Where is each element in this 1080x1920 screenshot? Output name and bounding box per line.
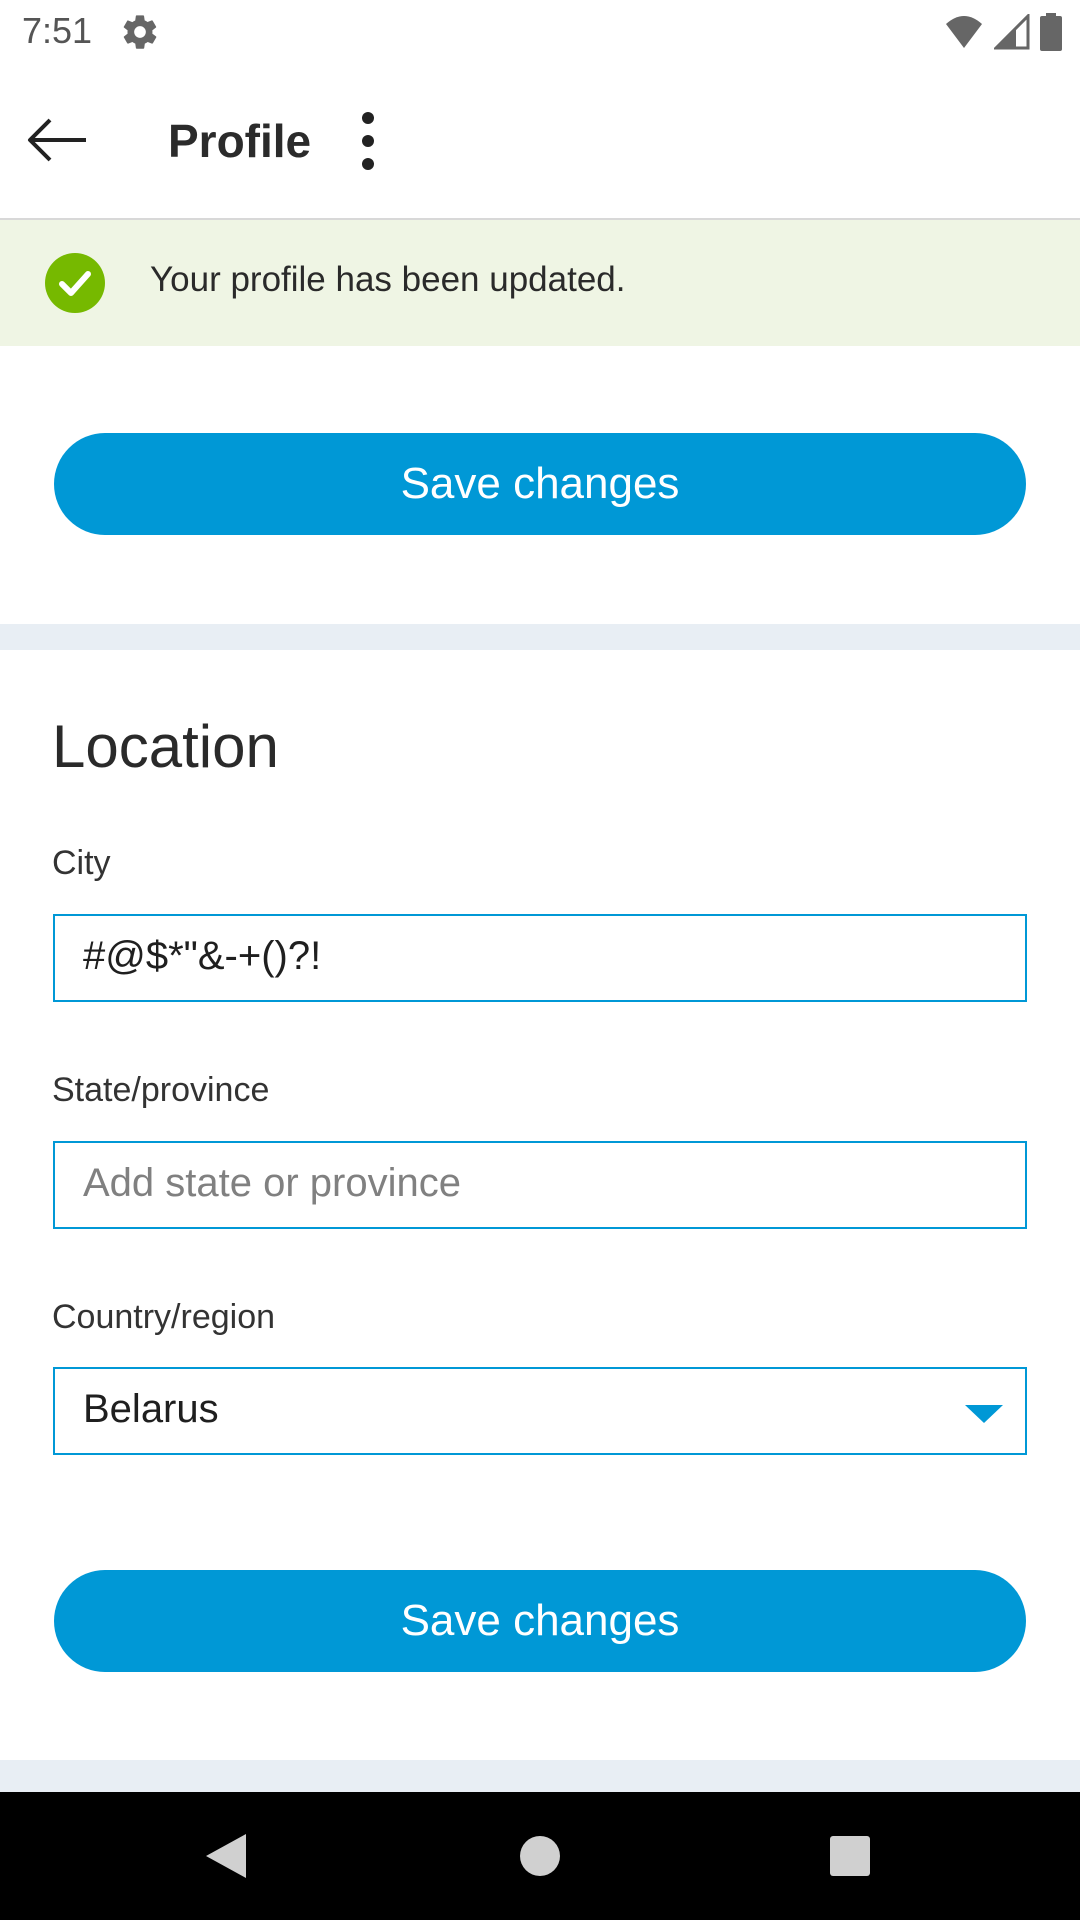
- signal-icon: [994, 14, 1030, 50]
- status-time: 7:51: [22, 10, 93, 51]
- chevron-down-icon: [965, 1405, 1003, 1423]
- state-province-input[interactable]: Add state or province: [53, 1141, 1027, 1229]
- status-icons: [944, 12, 1062, 52]
- nav-recents-icon[interactable]: [822, 1828, 878, 1884]
- status-bar: 7:51: [0, 0, 1080, 64]
- more-vert-icon[interactable]: [346, 108, 390, 174]
- success-banner: Your profile has been updated.: [0, 220, 1080, 346]
- page-title: Profile: [168, 115, 312, 167]
- battery-icon: [1040, 13, 1062, 51]
- location-heading: Location: [52, 713, 279, 780]
- back-arrow-icon[interactable]: [22, 104, 94, 176]
- country-region-value: Belarus: [83, 1387, 219, 1431]
- country-region-label: Country/region: [52, 1298, 276, 1336]
- nav-home-icon[interactable]: [512, 1828, 568, 1884]
- section-divider-bottom: [0, 1760, 1080, 1792]
- section-divider: [0, 624, 1080, 650]
- save-changes-button-top[interactable]: Save changes: [54, 433, 1026, 535]
- city-input[interactable]: #@$*"&-+()?!: [53, 914, 1027, 1002]
- app-bar: Profile: [0, 64, 1080, 220]
- nav-back-icon[interactable]: [198, 1828, 254, 1884]
- wifi-icon: [946, 16, 982, 48]
- city-value: #@$*"&-+()?!: [83, 934, 322, 978]
- gear-icon: [123, 15, 157, 49]
- success-message: Your profile has been updated.: [150, 260, 626, 299]
- state-province-placeholder: Add state or province: [83, 1161, 461, 1205]
- save-changes-button-bottom[interactable]: Save changes: [54, 1570, 1026, 1672]
- country-region-select[interactable]: Belarus: [53, 1367, 1027, 1455]
- system-nav-bar: [0, 1792, 1080, 1920]
- state-province-label: State/province: [52, 1071, 270, 1109]
- check-circle-icon: [45, 253, 105, 313]
- city-label: City: [52, 844, 111, 882]
